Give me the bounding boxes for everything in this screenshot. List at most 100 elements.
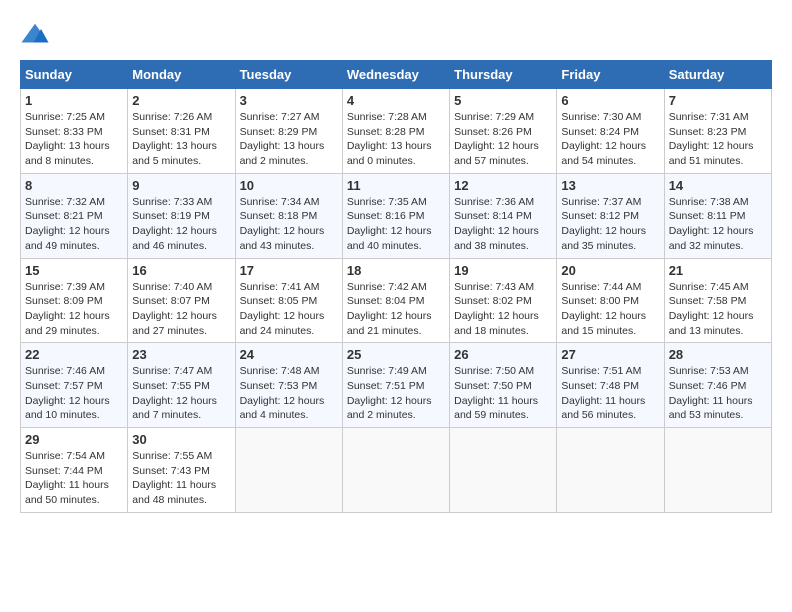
day-number: 30 <box>132 432 230 447</box>
day-number: 1 <box>25 93 123 108</box>
day-number: 22 <box>25 347 123 362</box>
day-info: Sunrise: 7:43 AM Sunset: 8:02 PM Dayligh… <box>454 280 552 339</box>
calendar-table: SundayMondayTuesdayWednesdayThursdayFrid… <box>20 60 772 513</box>
col-header-thursday: Thursday <box>450 61 557 89</box>
calendar-cell: 6 Sunrise: 7:30 AM Sunset: 8:24 PM Dayli… <box>557 89 664 174</box>
calendar-cell: 14 Sunrise: 7:38 AM Sunset: 8:11 PM Dayl… <box>664 173 771 258</box>
calendar-cell: 29 Sunrise: 7:54 AM Sunset: 7:44 PM Dayl… <box>21 428 128 513</box>
calendar-cell: 23 Sunrise: 7:47 AM Sunset: 7:55 PM Dayl… <box>128 343 235 428</box>
day-number: 3 <box>240 93 338 108</box>
day-number: 25 <box>347 347 445 362</box>
day-info: Sunrise: 7:50 AM Sunset: 7:50 PM Dayligh… <box>454 364 552 423</box>
day-info: Sunrise: 7:30 AM Sunset: 8:24 PM Dayligh… <box>561 110 659 169</box>
calendar-week-5: 29 Sunrise: 7:54 AM Sunset: 7:44 PM Dayl… <box>21 428 772 513</box>
calendar-cell: 17 Sunrise: 7:41 AM Sunset: 8:05 PM Dayl… <box>235 258 342 343</box>
col-header-wednesday: Wednesday <box>342 61 449 89</box>
day-number: 23 <box>132 347 230 362</box>
calendar-cell: 20 Sunrise: 7:44 AM Sunset: 8:00 PM Dayl… <box>557 258 664 343</box>
day-info: Sunrise: 7:49 AM Sunset: 7:51 PM Dayligh… <box>347 364 445 423</box>
day-number: 26 <box>454 347 552 362</box>
day-info: Sunrise: 7:42 AM Sunset: 8:04 PM Dayligh… <box>347 280 445 339</box>
calendar-header-row: SundayMondayTuesdayWednesdayThursdayFrid… <box>21 61 772 89</box>
calendar-cell: 2 Sunrise: 7:26 AM Sunset: 8:31 PM Dayli… <box>128 89 235 174</box>
logo <box>20 20 54 50</box>
day-number: 7 <box>669 93 767 108</box>
calendar-week-1: 1 Sunrise: 7:25 AM Sunset: 8:33 PM Dayli… <box>21 89 772 174</box>
calendar-week-2: 8 Sunrise: 7:32 AM Sunset: 8:21 PM Dayli… <box>21 173 772 258</box>
day-number: 29 <box>25 432 123 447</box>
day-info: Sunrise: 7:48 AM Sunset: 7:53 PM Dayligh… <box>240 364 338 423</box>
calendar-cell: 21 Sunrise: 7:45 AM Sunset: 7:58 PM Dayl… <box>664 258 771 343</box>
day-number: 13 <box>561 178 659 193</box>
calendar-cell: 18 Sunrise: 7:42 AM Sunset: 8:04 PM Dayl… <box>342 258 449 343</box>
day-info: Sunrise: 7:39 AM Sunset: 8:09 PM Dayligh… <box>25 280 123 339</box>
day-info: Sunrise: 7:31 AM Sunset: 8:23 PM Dayligh… <box>669 110 767 169</box>
day-info: Sunrise: 7:34 AM Sunset: 8:18 PM Dayligh… <box>240 195 338 254</box>
day-number: 18 <box>347 263 445 278</box>
col-header-friday: Friday <box>557 61 664 89</box>
day-info: Sunrise: 7:44 AM Sunset: 8:00 PM Dayligh… <box>561 280 659 339</box>
calendar-cell <box>342 428 449 513</box>
day-number: 5 <box>454 93 552 108</box>
day-number: 8 <box>25 178 123 193</box>
day-info: Sunrise: 7:51 AM Sunset: 7:48 PM Dayligh… <box>561 364 659 423</box>
day-number: 14 <box>669 178 767 193</box>
logo-icon <box>20 20 50 50</box>
day-number: 28 <box>669 347 767 362</box>
calendar-week-4: 22 Sunrise: 7:46 AM Sunset: 7:57 PM Dayl… <box>21 343 772 428</box>
calendar-cell: 26 Sunrise: 7:50 AM Sunset: 7:50 PM Dayl… <box>450 343 557 428</box>
day-number: 2 <box>132 93 230 108</box>
calendar-cell <box>450 428 557 513</box>
calendar-cell: 5 Sunrise: 7:29 AM Sunset: 8:26 PM Dayli… <box>450 89 557 174</box>
day-number: 17 <box>240 263 338 278</box>
day-number: 20 <box>561 263 659 278</box>
day-info: Sunrise: 7:54 AM Sunset: 7:44 PM Dayligh… <box>25 449 123 508</box>
page-header <box>20 20 772 50</box>
day-info: Sunrise: 7:53 AM Sunset: 7:46 PM Dayligh… <box>669 364 767 423</box>
day-info: Sunrise: 7:27 AM Sunset: 8:29 PM Dayligh… <box>240 110 338 169</box>
col-header-monday: Monday <box>128 61 235 89</box>
day-number: 12 <box>454 178 552 193</box>
day-info: Sunrise: 7:36 AM Sunset: 8:14 PM Dayligh… <box>454 195 552 254</box>
day-info: Sunrise: 7:46 AM Sunset: 7:57 PM Dayligh… <box>25 364 123 423</box>
calendar-cell: 4 Sunrise: 7:28 AM Sunset: 8:28 PM Dayli… <box>342 89 449 174</box>
day-number: 4 <box>347 93 445 108</box>
day-number: 11 <box>347 178 445 193</box>
calendar-week-3: 15 Sunrise: 7:39 AM Sunset: 8:09 PM Dayl… <box>21 258 772 343</box>
col-header-sunday: Sunday <box>21 61 128 89</box>
calendar-cell: 25 Sunrise: 7:49 AM Sunset: 7:51 PM Dayl… <box>342 343 449 428</box>
calendar-cell: 3 Sunrise: 7:27 AM Sunset: 8:29 PM Dayli… <box>235 89 342 174</box>
day-info: Sunrise: 7:32 AM Sunset: 8:21 PM Dayligh… <box>25 195 123 254</box>
day-number: 24 <box>240 347 338 362</box>
calendar-cell: 8 Sunrise: 7:32 AM Sunset: 8:21 PM Dayli… <box>21 173 128 258</box>
day-info: Sunrise: 7:35 AM Sunset: 8:16 PM Dayligh… <box>347 195 445 254</box>
calendar-cell: 15 Sunrise: 7:39 AM Sunset: 8:09 PM Dayl… <box>21 258 128 343</box>
day-number: 15 <box>25 263 123 278</box>
calendar-cell: 11 Sunrise: 7:35 AM Sunset: 8:16 PM Dayl… <box>342 173 449 258</box>
day-info: Sunrise: 7:37 AM Sunset: 8:12 PM Dayligh… <box>561 195 659 254</box>
calendar-cell <box>664 428 771 513</box>
day-info: Sunrise: 7:28 AM Sunset: 8:28 PM Dayligh… <box>347 110 445 169</box>
day-number: 27 <box>561 347 659 362</box>
calendar-cell: 28 Sunrise: 7:53 AM Sunset: 7:46 PM Dayl… <box>664 343 771 428</box>
day-info: Sunrise: 7:26 AM Sunset: 8:31 PM Dayligh… <box>132 110 230 169</box>
day-number: 9 <box>132 178 230 193</box>
calendar-cell: 16 Sunrise: 7:40 AM Sunset: 8:07 PM Dayl… <box>128 258 235 343</box>
calendar-cell: 13 Sunrise: 7:37 AM Sunset: 8:12 PM Dayl… <box>557 173 664 258</box>
day-number: 16 <box>132 263 230 278</box>
day-info: Sunrise: 7:41 AM Sunset: 8:05 PM Dayligh… <box>240 280 338 339</box>
calendar-cell <box>557 428 664 513</box>
day-info: Sunrise: 7:47 AM Sunset: 7:55 PM Dayligh… <box>132 364 230 423</box>
day-info: Sunrise: 7:25 AM Sunset: 8:33 PM Dayligh… <box>25 110 123 169</box>
day-info: Sunrise: 7:33 AM Sunset: 8:19 PM Dayligh… <box>132 195 230 254</box>
col-header-tuesday: Tuesday <box>235 61 342 89</box>
calendar-cell: 12 Sunrise: 7:36 AM Sunset: 8:14 PM Dayl… <box>450 173 557 258</box>
calendar-cell: 9 Sunrise: 7:33 AM Sunset: 8:19 PM Dayli… <box>128 173 235 258</box>
day-info: Sunrise: 7:29 AM Sunset: 8:26 PM Dayligh… <box>454 110 552 169</box>
calendar-cell <box>235 428 342 513</box>
calendar-cell: 24 Sunrise: 7:48 AM Sunset: 7:53 PM Dayl… <box>235 343 342 428</box>
day-number: 21 <box>669 263 767 278</box>
day-info: Sunrise: 7:38 AM Sunset: 8:11 PM Dayligh… <box>669 195 767 254</box>
day-number: 6 <box>561 93 659 108</box>
day-info: Sunrise: 7:55 AM Sunset: 7:43 PM Dayligh… <box>132 449 230 508</box>
